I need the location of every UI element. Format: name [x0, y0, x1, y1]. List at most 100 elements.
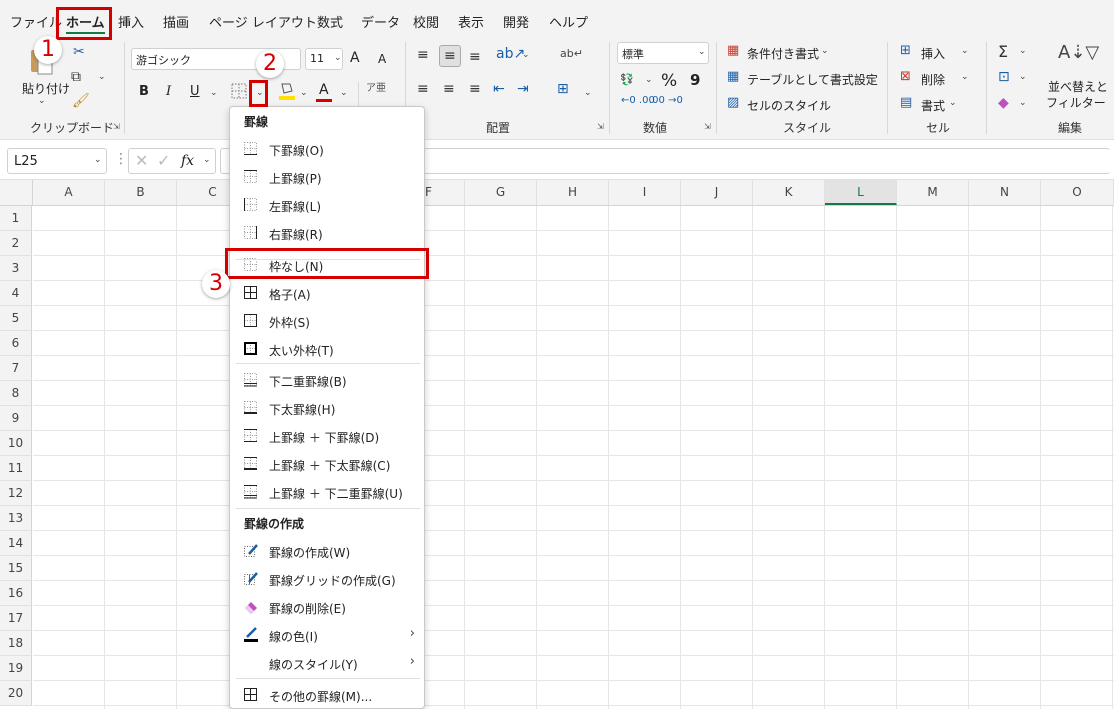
- name-box[interactable]: L25 ⌄: [7, 148, 107, 174]
- menu-item-double-bottom-border[interactable]: 下二重罫線(B): [231, 367, 423, 393]
- format-as-table-icon[interactable]: ▦: [727, 70, 739, 83]
- percent-button[interactable]: %: [661, 71, 677, 91]
- align-right-icon[interactable]: ≡: [469, 82, 481, 96]
- delete-cells-button[interactable]: 削除: [921, 71, 945, 88]
- row-header-20[interactable]: 20: [0, 681, 32, 706]
- tab-file[interactable]: ファイル: [10, 12, 62, 31]
- menu-item-top-double-bottom-border[interactable]: 上罫線 ＋ 下二重罫線(U): [231, 479, 423, 505]
- row-header-14[interactable]: 14: [0, 531, 32, 556]
- cell-styles-dropdown-icon[interactable]: ⌄: [819, 98, 827, 108]
- merge-center-icon[interactable]: ⊞: [557, 82, 569, 96]
- insert-cells-button[interactable]: 挿入: [921, 45, 945, 62]
- delete-cells-dropdown-icon[interactable]: ⌄: [961, 72, 969, 82]
- row-header-16[interactable]: 16: [0, 581, 32, 606]
- decrease-decimal-icon[interactable]: .00 →0: [649, 96, 683, 106]
- menu-item-line-color[interactable]: 線の色(I) ›: [231, 622, 423, 648]
- format-as-table-button[interactable]: テーブルとして書式設定: [747, 71, 878, 88]
- font-size-combo[interactable]: 11 ⌄: [305, 48, 343, 70]
- row-header-11[interactable]: 11: [0, 456, 32, 481]
- sort-filter-button[interactable]: 並べ替えと: [1048, 78, 1108, 95]
- clipboard-launcher-icon[interactable]: ⇲: [113, 122, 120, 131]
- orientation-dropdown-icon[interactable]: ⌄: [522, 50, 530, 60]
- row-header-8[interactable]: 8: [0, 381, 32, 406]
- number-format-combo[interactable]: 標準 ⌄: [617, 42, 709, 64]
- column-header-O[interactable]: O: [1041, 180, 1114, 205]
- tab-draw[interactable]: 描画: [163, 12, 189, 31]
- currency-icon[interactable]: 💱: [620, 74, 634, 85]
- menu-item-thick-bottom-border[interactable]: 下太罫線(H): [231, 395, 423, 421]
- cancel-icon[interactable]: ✕: [135, 153, 148, 169]
- menu-item-erase-border[interactable]: 罫線の削除(E): [231, 594, 423, 620]
- orientation-icon[interactable]: ab↗: [496, 47, 525, 61]
- paste-dropdown-icon[interactable]: ⌄: [38, 96, 46, 106]
- underline-button[interactable]: U: [190, 84, 200, 99]
- menu-item-line-style[interactable]: 線のスタイル(Y) ›: [231, 650, 423, 676]
- shrink-font-button[interactable]: A: [378, 52, 386, 66]
- column-header-M[interactable]: M: [897, 180, 969, 205]
- select-all-corner[interactable]: [0, 180, 33, 205]
- autosum-icon[interactable]: Σ: [998, 44, 1008, 60]
- tab-page-layout[interactable]: ページ レイアウト: [209, 12, 317, 31]
- copy-icon[interactable]: ⧉: [71, 70, 81, 84]
- menu-item-outside-borders[interactable]: 外枠(S): [231, 308, 423, 334]
- underline-dropdown-icon[interactable]: ⌄: [210, 88, 218, 98]
- row-header-18[interactable]: 18: [0, 631, 32, 656]
- fill-color-icon[interactable]: [278, 81, 296, 101]
- tab-data[interactable]: データ: [361, 12, 400, 31]
- tab-view[interactable]: 表示: [458, 12, 484, 31]
- conditional-formatting-dropdown-icon[interactable]: ⌄: [821, 46, 829, 56]
- row-header-12[interactable]: 12: [0, 481, 32, 506]
- menu-item-all-borders[interactable]: 格子(A): [231, 280, 423, 306]
- insert-function-button[interactable]: fx: [181, 153, 194, 169]
- fill-dropdown-icon[interactable]: ⌄: [1019, 72, 1027, 82]
- row-header-15[interactable]: 15: [0, 556, 32, 581]
- column-header-I[interactable]: I: [609, 180, 681, 205]
- fill-color-dropdown-icon[interactable]: ⌄: [300, 88, 308, 98]
- conditional-formatting-button[interactable]: 条件付き書式: [747, 45, 819, 62]
- row-header-4[interactable]: 4: [0, 281, 32, 306]
- format-painter-icon[interactable]: 🖌: [72, 94, 90, 108]
- align-left-icon[interactable]: ≡: [417, 82, 429, 96]
- decrease-indent-icon[interactable]: ⇤: [493, 82, 505, 96]
- number-launcher-icon[interactable]: ⇲: [704, 122, 711, 131]
- font-color-button[interactable]: A: [319, 82, 329, 98]
- menu-item-thick-outside-borders[interactable]: 太い外枠(T): [231, 336, 423, 362]
- currency-dropdown-icon[interactable]: ⌄: [645, 75, 653, 85]
- function-dropdown-icon[interactable]: ⌄: [203, 155, 211, 165]
- cell-grid[interactable]: [33, 206, 1114, 709]
- column-header-B[interactable]: B: [105, 180, 177, 205]
- clear-icon[interactable]: ◆: [998, 96, 1009, 110]
- tab-insert[interactable]: 挿入: [118, 12, 144, 31]
- menu-item-top-bottom-border[interactable]: 上罫線 ＋ 下罫線(D): [231, 423, 423, 449]
- cut-icon[interactable]: ✂: [73, 45, 85, 59]
- column-header-K[interactable]: K: [753, 180, 825, 205]
- row-header-5[interactable]: 5: [0, 306, 32, 331]
- more-options-icon[interactable]: ⋮: [114, 152, 128, 166]
- row-header-17[interactable]: 17: [0, 606, 32, 631]
- insert-cells-icon[interactable]: ⊞: [900, 44, 911, 57]
- menu-item-draw-border-grid[interactable]: 罫線グリッドの作成(G): [231, 566, 423, 592]
- row-header-9[interactable]: 9: [0, 406, 32, 431]
- row-header-7[interactable]: 7: [0, 356, 32, 381]
- bold-button[interactable]: B: [139, 84, 149, 99]
- tab-formulas[interactable]: 数式: [317, 12, 343, 31]
- row-header-3[interactable]: 3: [0, 256, 32, 281]
- menu-item-top-thick-bottom-border[interactable]: 上罫線 ＋ 下太罫線(C): [231, 451, 423, 477]
- wrap-text-icon[interactable]: ab↵: [560, 48, 583, 59]
- insert-cells-dropdown-icon[interactable]: ⌄: [961, 46, 969, 56]
- delete-cells-icon[interactable]: ⊠: [900, 70, 911, 83]
- menu-item-top-border[interactable]: 上罫線(P): [231, 164, 423, 190]
- align-center-icon[interactable]: ≡: [443, 82, 455, 96]
- paste-button[interactable]: 貼り付け: [22, 80, 70, 97]
- row-header-10[interactable]: 10: [0, 431, 32, 456]
- menu-item-more-borders[interactable]: その他の罫線(M)...: [231, 682, 423, 708]
- tab-help[interactable]: ヘルプ: [549, 12, 588, 31]
- row-header-1[interactable]: 1: [0, 206, 32, 231]
- phonetic-icon[interactable]: ア亜: [366, 84, 386, 94]
- merge-dropdown-icon[interactable]: ⌄: [584, 88, 592, 98]
- column-header-H[interactable]: H: [537, 180, 609, 205]
- borders-button-icon[interactable]: [230, 82, 248, 100]
- clear-dropdown-icon[interactable]: ⌄: [1019, 98, 1027, 108]
- column-header-G[interactable]: G: [465, 180, 537, 205]
- menu-item-draw-border[interactable]: 罫線の作成(W): [231, 538, 423, 564]
